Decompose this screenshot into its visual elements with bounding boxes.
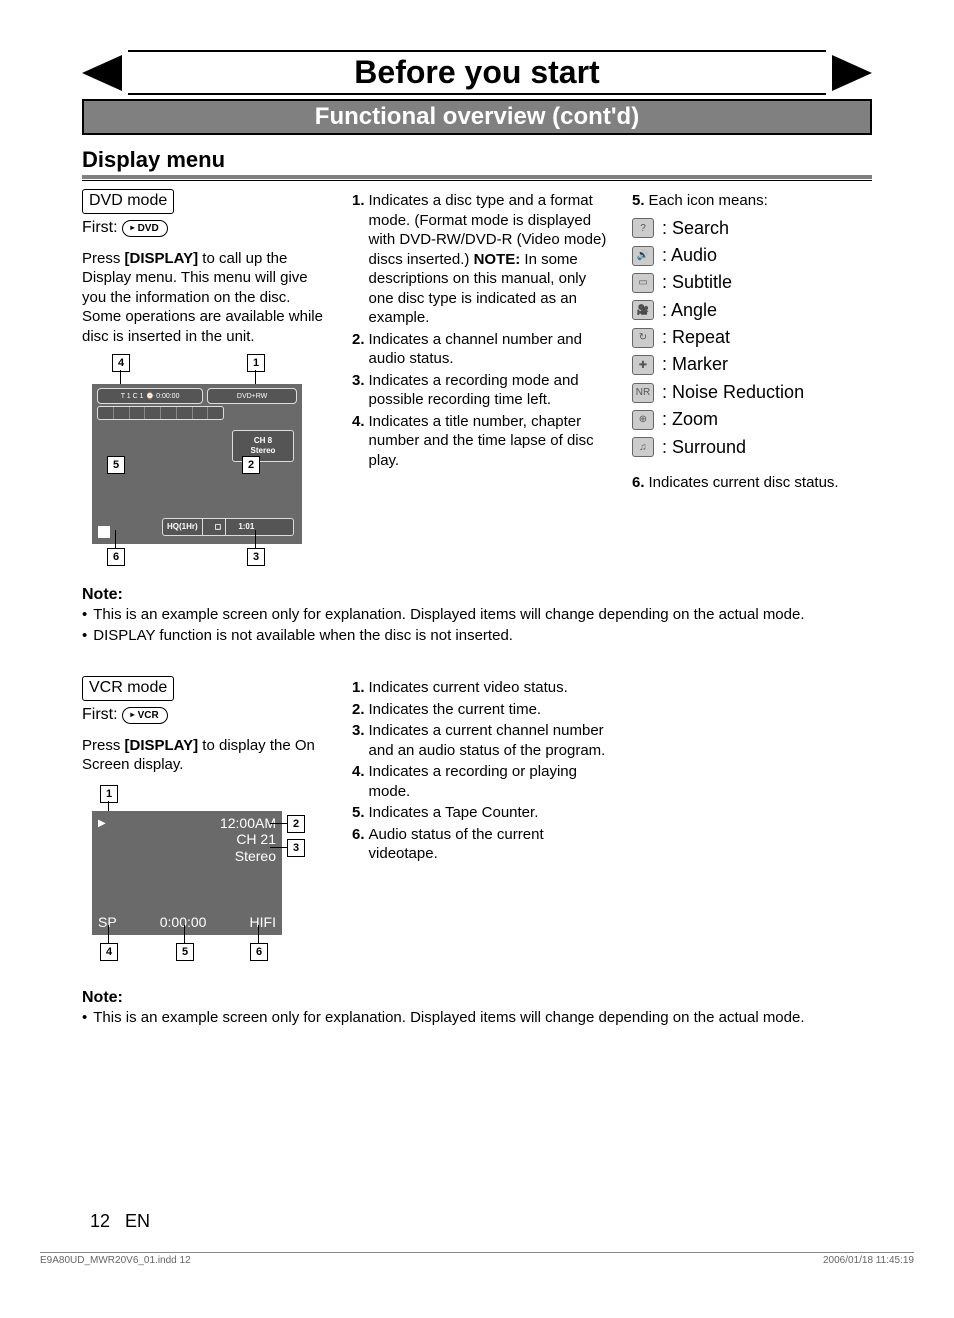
callout-6: 6 xyxy=(250,943,268,961)
callout-3: 3 xyxy=(247,548,265,566)
icon-label: : Angle xyxy=(662,299,717,322)
subtitle-banner: Functional overview (cont'd) xyxy=(82,99,872,135)
first-label: First: xyxy=(82,705,118,726)
icon-legend-row: ↻ : Repeat xyxy=(632,326,872,349)
vcr-note-head: Note: xyxy=(82,989,872,1007)
left-arrow-decoration xyxy=(82,55,122,91)
list-item: 4.Indicates a title number, chapter numb… xyxy=(352,412,612,471)
note-bullet: This is an example screen only for expla… xyxy=(82,1007,872,1028)
subtitle-icon: ▭ xyxy=(632,273,654,293)
disc-type-pill: DVD+RW xyxy=(207,388,297,404)
list-item: 6.Audio status of the current videotape. xyxy=(352,825,612,864)
item-5-head: 5.Each icon means: xyxy=(632,191,872,211)
footer-file: E9A80UD_MWR20V6_01.indd 12 xyxy=(40,1255,191,1266)
icon-legend-row: ▭ : Subtitle xyxy=(632,271,872,294)
stop-icon xyxy=(98,526,110,538)
callout-5: 5 xyxy=(176,943,194,961)
display-key: [DISPLAY] xyxy=(125,250,199,267)
icon-legend-row: 🔊 : Audio xyxy=(632,244,872,267)
right-arrow-decoration xyxy=(832,55,872,91)
page-title: Before you start xyxy=(128,50,826,95)
vcr-display-diagram: 1 ▶ 12:00AM CH 21 Stereo SP 0:00:00 HIFI xyxy=(82,785,292,963)
stereo-display: Stereo xyxy=(220,848,276,865)
title-banner: Before you start xyxy=(82,50,872,95)
icon-legend-row: ⊕ : Zoom xyxy=(632,408,872,431)
footer-line: E9A80UD_MWR20V6_01.indd 12 2006/01/18 11… xyxy=(40,1252,914,1266)
callout-1: 1 xyxy=(100,785,118,803)
vcr-numbered-list: 1.Indicates current video status.2.Indic… xyxy=(352,678,612,864)
angle-icon: 🎥 xyxy=(632,300,654,320)
vcr-block: VCR mode First: VCR Press [DISPLAY] to d… xyxy=(82,676,872,963)
icon-label: : Subtitle xyxy=(662,271,732,294)
icon-label: : Audio xyxy=(662,244,717,267)
dvd-block: DVD mode First: DVD Press [DISPLAY] to c… xyxy=(82,189,872,566)
icon-label: : Noise Reduction xyxy=(662,381,804,404)
audio-icon: 🔊 xyxy=(632,246,654,266)
title-chapter-time-pill: T 1 C 1 ⌚ 0:00:00 xyxy=(97,388,203,404)
callout-4: 4 xyxy=(112,354,130,372)
note-bullet: DISPLAY function is not available when t… xyxy=(82,625,872,646)
dvd-display-diagram: 4 1 T 1 C 1 ⌚ 0:00:00 DVD+RW CH 8 Stereo xyxy=(82,354,312,566)
list-item: 1.Indicates current video status. xyxy=(352,678,612,698)
footer-date: 2006/01/18 11:45:19 xyxy=(823,1255,914,1266)
icon-legend-row: ? : Search xyxy=(632,217,872,240)
icon-legend-list: ? : Search 🔊 : Audio ▭ : Subtitle 🎥 : Angle ↻ : R… xyxy=(632,217,872,460)
list-item: 3.Indicates a recording mode and possibl… xyxy=(352,371,612,410)
vcr-notes: This is an example screen only for expla… xyxy=(82,1007,872,1028)
hifi-display: HIFI xyxy=(250,913,276,931)
dvd-note-head: Note: xyxy=(82,586,872,604)
vcr-button-icon: VCR xyxy=(122,707,168,724)
dvd-intro-text: Press [DISPLAY] to call up the Display m… xyxy=(82,249,332,347)
search-icon: ? xyxy=(632,218,654,238)
section-heading: Display menu xyxy=(82,147,872,179)
callout-4: 4 xyxy=(100,943,118,961)
callout-5: 5 xyxy=(107,456,125,474)
time-display: 12:00AM xyxy=(220,815,276,832)
dvd-button-icon: DVD xyxy=(122,220,168,237)
callout-6: 6 xyxy=(107,548,125,566)
display-key: [DISPLAY] xyxy=(125,737,199,754)
list-item: 5.Indicates a Tape Counter. xyxy=(352,803,612,823)
icon-label: : Search xyxy=(662,217,729,240)
marker-icon: ✚ xyxy=(632,355,654,375)
dvd-numbered-list: 1.Indicates a disc type and a format mod… xyxy=(352,191,612,470)
note-bullet: This is an example screen only for expla… xyxy=(82,604,872,625)
first-label: First: xyxy=(82,218,118,239)
list-item: 4.Indicates a recording or playing mode. xyxy=(352,762,612,801)
play-icon: ▶ xyxy=(98,817,106,830)
icon-bar xyxy=(97,406,224,420)
icon-legend-row: ♫ : Surround xyxy=(632,436,872,459)
icon-label: : Zoom xyxy=(662,408,718,431)
icon-legend-row: ✚ : Marker xyxy=(632,353,872,376)
channel-display: CH 21 xyxy=(220,831,276,848)
icon-label: : Surround xyxy=(662,436,746,459)
page-number: 12 EN xyxy=(90,1211,150,1232)
icon-legend-row: NR : Noise Reduction xyxy=(632,381,872,404)
repeat-icon: ↻ xyxy=(632,328,654,348)
list-item: 2.Indicates a channel number and audio s… xyxy=(352,330,612,369)
callout-2: 2 xyxy=(242,456,260,474)
icon-label: : Repeat xyxy=(662,326,730,349)
icon-legend-row: 🎥 : Angle xyxy=(632,299,872,322)
zoom-icon: ⊕ xyxy=(632,410,654,430)
recording-mode-pill: HQ(1Hr) ◻ 1:01 xyxy=(162,518,294,536)
item-6: 6.Indicates current disc status. xyxy=(632,473,872,493)
callout-2: 2 xyxy=(287,815,305,833)
list-item: 3.Indicates a current channel number and… xyxy=(352,721,612,760)
list-item: 2.Indicates the current time. xyxy=(352,700,612,720)
dvd-mode-tag: DVD mode xyxy=(82,189,174,214)
vcr-mode-tag: VCR mode xyxy=(82,676,174,701)
list-item: 1.Indicates a disc type and a format mod… xyxy=(352,191,612,328)
callout-1: 1 xyxy=(247,354,265,372)
vcr-intro-text: Press [DISPLAY] to display the On Screen… xyxy=(82,736,332,775)
surround-icon: ♫ xyxy=(632,437,654,457)
noise-reduction-icon: NR xyxy=(632,383,654,403)
icon-label: : Marker xyxy=(662,353,728,376)
callout-3: 3 xyxy=(287,839,305,857)
dvd-notes: This is an example screen only for expla… xyxy=(82,604,872,646)
